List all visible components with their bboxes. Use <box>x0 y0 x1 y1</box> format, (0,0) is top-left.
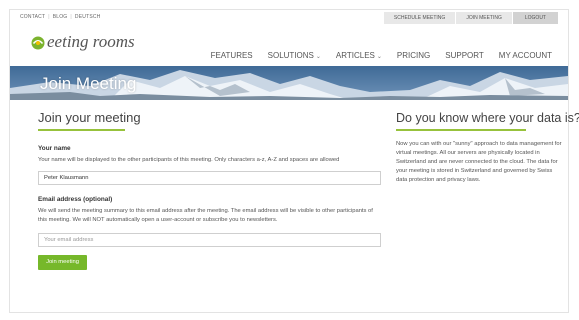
name-input[interactable]: Peter Klausmann <box>38 171 381 185</box>
chevron-down-icon: ⌄ <box>376 54 382 60</box>
email-help-text: We will send the meeting summary to this… <box>38 208 373 223</box>
name-label: Your name <box>38 145 71 152</box>
utility-links: CONTACT | BLOG | DEUTSCH <box>20 14 101 20</box>
name-help-text: Your name will be displayed to the other… <box>38 157 340 163</box>
chevron-down-icon: ⌄ <box>315 54 321 60</box>
join-form: Join your meeting Your name Your name wi… <box>38 110 383 270</box>
blog-link[interactable]: BLOG <box>53 14 68 20</box>
page-frame: CONTACT | BLOG | DEUTSCH SCHEDULE MEETING JO… <box>9 9 579 313</box>
email-label: Email address (optional) <box>38 196 113 203</box>
info-heading: Do you know where your data is? <box>396 111 579 125</box>
email-input[interactable]: Your email address <box>38 233 381 247</box>
data-info-panel: Do you know where your data is? Now you … <box>396 110 579 183</box>
main-nav: FEATURES SOLUTIONS ⌄ ARTICLES ⌄ PRICING SU… <box>196 51 552 60</box>
info-heading-underline <box>396 129 526 131</box>
language-link[interactable]: DEUTSCH <box>75 14 101 20</box>
heading-underline <box>38 129 125 131</box>
logo-text: eeting rooms <box>47 32 135 51</box>
info-text: Now you can with our "sunny" approach to… <box>396 141 562 183</box>
page-banner: Join Meeting <box>10 66 568 100</box>
nav-features[interactable]: FEATURES <box>211 51 253 60</box>
nav-support[interactable]: SUPPORT <box>445 51 484 60</box>
nav-articles[interactable]: ARTICLES ⌄ <box>336 51 382 60</box>
page-title: Join Meeting <box>40 74 137 93</box>
form-heading: Join your meeting <box>38 110 141 125</box>
nav-pricing[interactable]: PRICING <box>397 51 430 60</box>
logout-button[interactable]: LOGOUT <box>512 12 558 24</box>
join-meeting-submit-button[interactable]: Join meeting <box>38 255 87 270</box>
join-meeting-button[interactable]: JOIN MEETING <box>456 12 512 24</box>
contact-link[interactable]: CONTACT <box>20 14 45 20</box>
schedule-meeting-button[interactable]: SCHEDULE MEETING <box>383 12 456 24</box>
nav-solutions[interactable]: SOLUTIONS ⌄ <box>268 51 321 60</box>
logo[interactable]: eeting rooms <box>30 30 135 54</box>
sun-logo-icon <box>30 34 46 50</box>
account-bar: SCHEDULE MEETING JOIN MEETING LOGOUT <box>383 12 558 24</box>
nav-my-account[interactable]: MY ACCOUNT <box>499 51 552 60</box>
